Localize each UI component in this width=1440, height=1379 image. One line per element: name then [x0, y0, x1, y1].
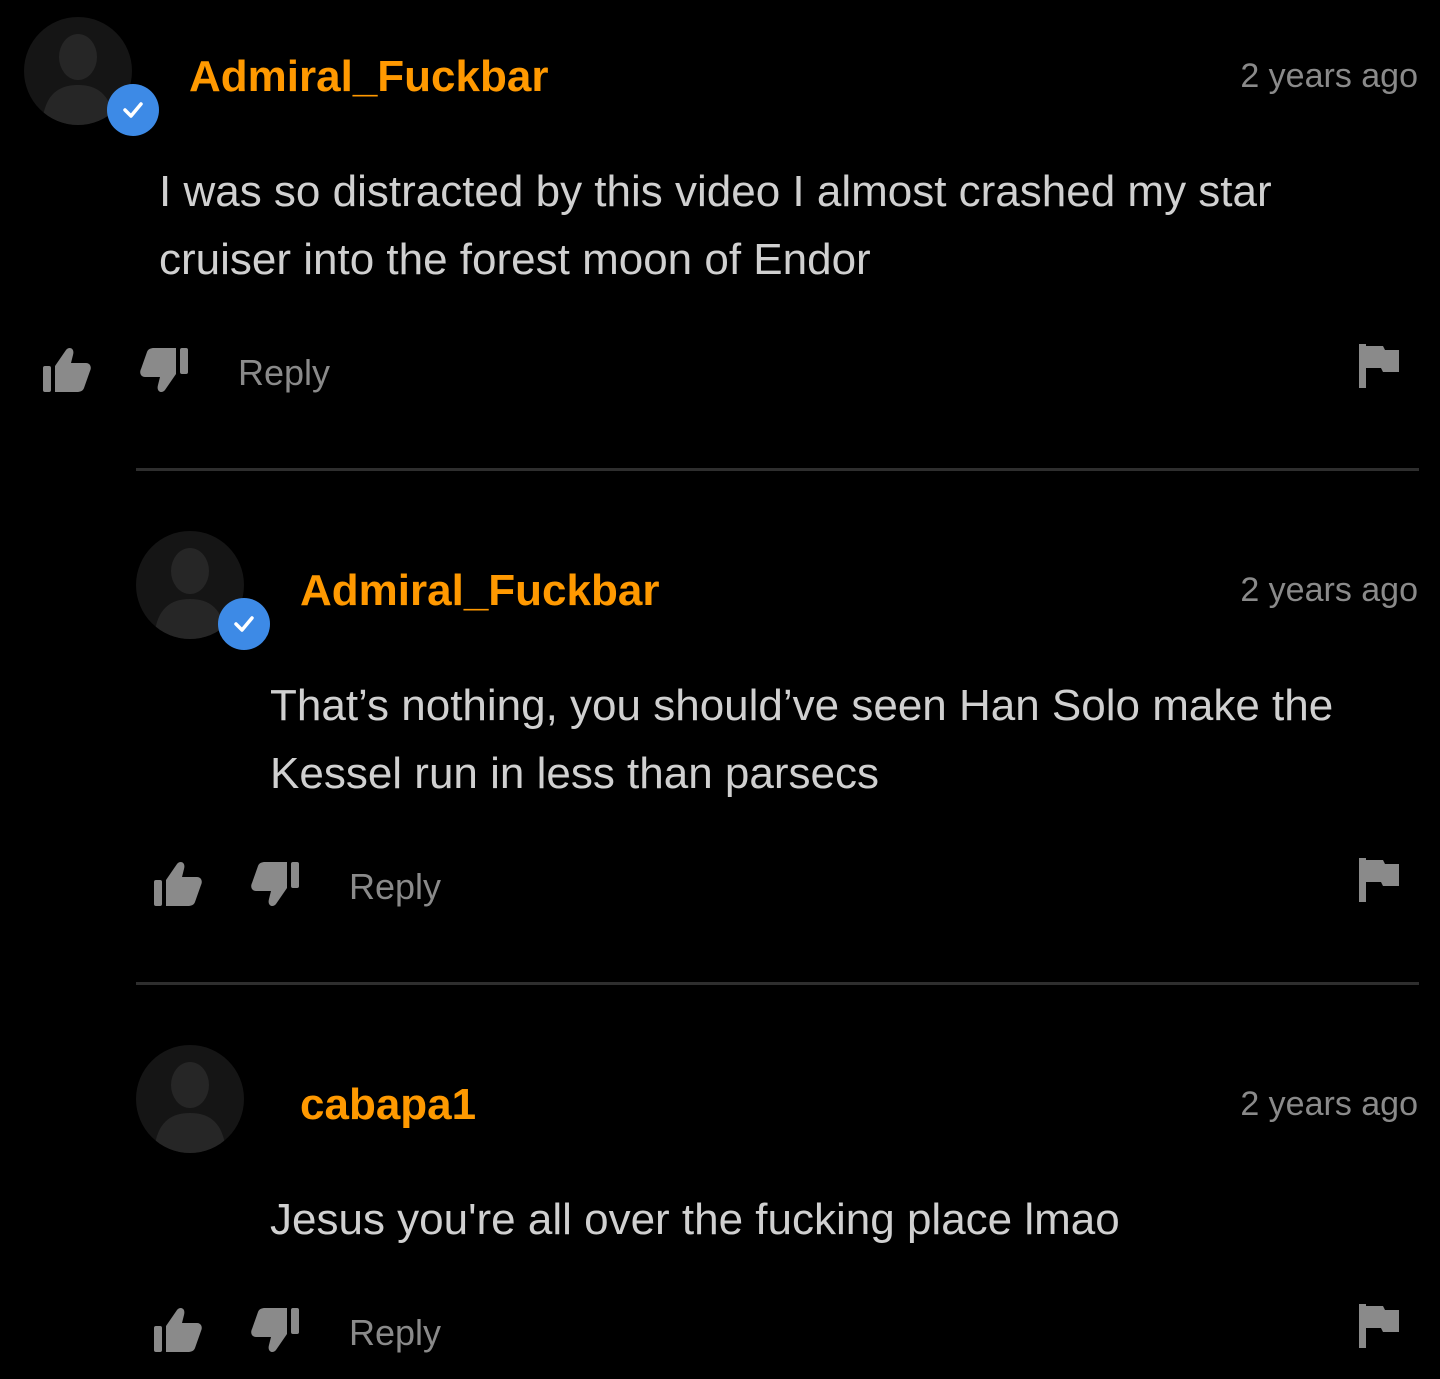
timestamp: 2 years ago [1240, 571, 1418, 609]
timestamp: 2 years ago [1240, 1085, 1418, 1123]
thumbs-up-icon[interactable] [153, 1306, 203, 1354]
comment-text: That’s nothing, you should’ve seen Han S… [270, 672, 1333, 808]
thumbs-down-icon[interactable] [250, 860, 300, 908]
verified-check-icon [123, 102, 143, 118]
timestamp: 2 years ago [1240, 57, 1418, 95]
verified-badge [218, 598, 270, 650]
thumbs-up-icon[interactable] [42, 346, 92, 394]
username[interactable]: Admiral_Fuckbar [300, 565, 659, 617]
divider [136, 468, 1419, 471]
reply-button[interactable]: Reply [238, 353, 330, 393]
flag-icon[interactable] [1359, 1304, 1401, 1350]
comment-text: I was so distracted by this video I almo… [159, 158, 1272, 294]
reply-button[interactable]: Reply [349, 867, 441, 907]
thumbs-up-icon[interactable] [153, 860, 203, 908]
username[interactable]: Admiral_Fuckbar [189, 51, 548, 103]
comment: Admiral_Fuckbar 2 years ago That’s nothi… [0, 514, 1440, 984]
comment-actions: Reply [0, 344, 1440, 400]
verified-check-icon [234, 616, 254, 632]
thumbs-down-icon[interactable] [139, 346, 189, 394]
comment-text: Jesus you're all over the fucking place … [270, 1186, 1120, 1254]
comment-actions: Reply [0, 858, 1440, 914]
flag-icon[interactable] [1359, 344, 1401, 390]
comment: cabapa1 2 years ago Jesus you're all ove… [0, 1028, 1440, 1379]
flag-icon[interactable] [1359, 858, 1401, 904]
username[interactable]: cabapa1 [300, 1079, 476, 1131]
comment-thread: Admiral_Fuckbar 2 years ago I was so dis… [0, 0, 1440, 1379]
reply-button[interactable]: Reply [349, 1313, 441, 1353]
comment-text-line: Jesus you're all over the fucking place … [270, 1195, 1120, 1244]
verified-badge [107, 84, 159, 136]
user-silhouette-icon [154, 1062, 226, 1153]
comment-actions: Reply [0, 1304, 1440, 1360]
comment: Admiral_Fuckbar 2 years ago I was so dis… [0, 0, 1440, 470]
comment-text-line: I was so distracted by this video I almo… [159, 167, 1272, 216]
avatar[interactable] [136, 1045, 244, 1153]
comment-text-line: That’s nothing, you should’ve seen Han S… [270, 681, 1334, 730]
comment-text-line: Kessel run in less than parsecs [270, 749, 879, 798]
divider [136, 982, 1419, 985]
comment-text-line: cruiser into the forest moon of Endor [159, 235, 871, 284]
thumbs-down-icon[interactable] [250, 1306, 300, 1354]
